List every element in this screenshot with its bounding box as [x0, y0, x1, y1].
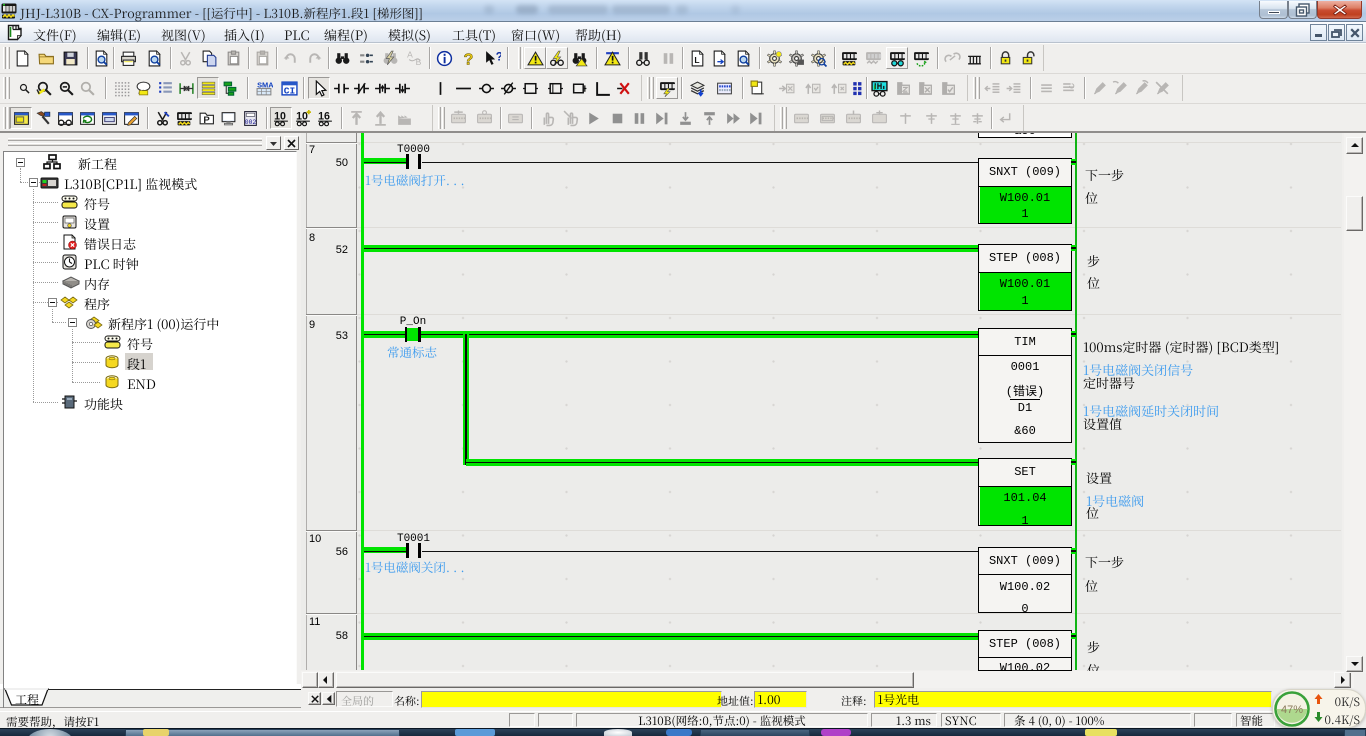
svg-text:B: B [416, 57, 422, 67]
svg-text:P: P [203, 115, 210, 126]
svg-text:002: 002 [245, 119, 257, 126]
svg-text:L: L [694, 55, 699, 65]
svg-text:CI: CI [284, 85, 295, 96]
svg-text:A: A [407, 50, 413, 59]
svg-text:?: ? [464, 51, 474, 67]
svg-text:?: ? [496, 51, 501, 64]
